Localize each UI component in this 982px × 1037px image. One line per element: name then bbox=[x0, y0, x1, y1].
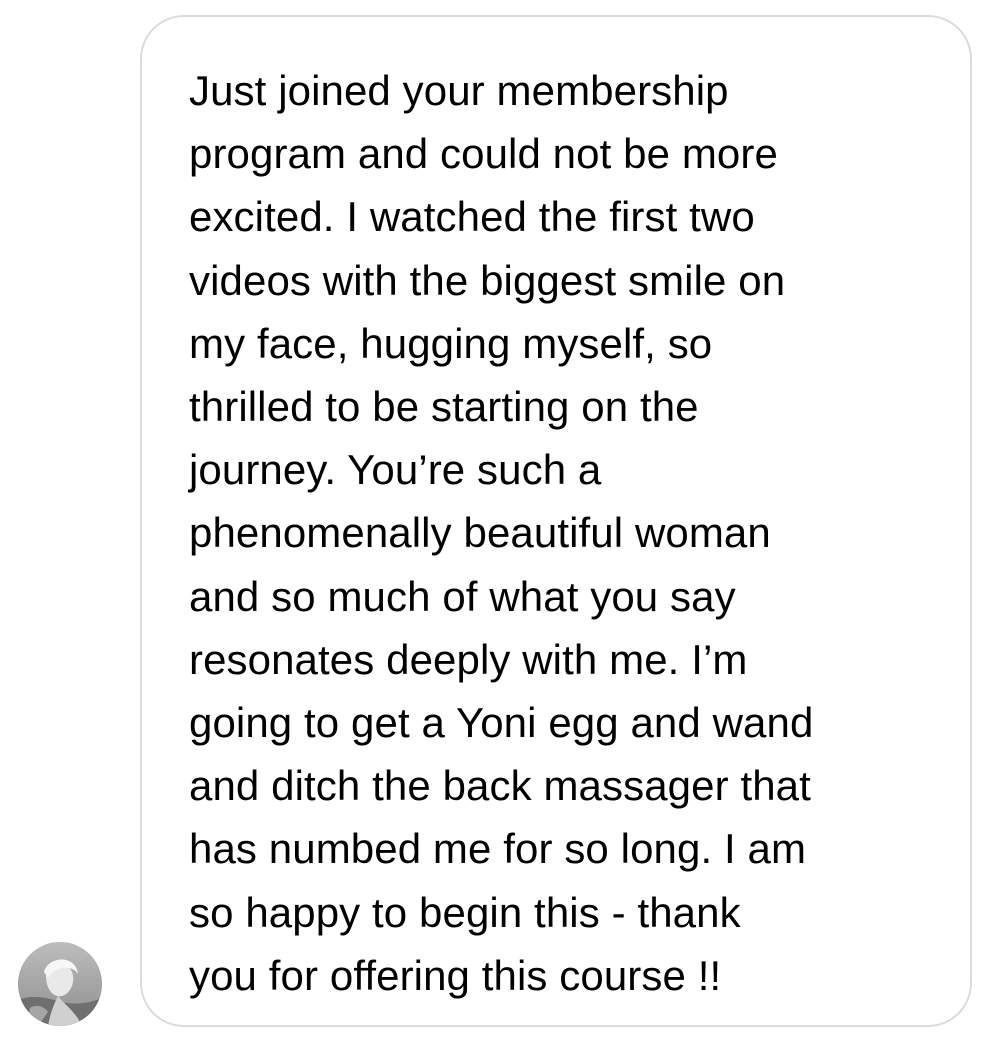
profile-photo-avatar-icon bbox=[18, 942, 102, 1026]
message-bubble[interactable]: Just joined your membership program and … bbox=[140, 15, 972, 1027]
sender-avatar[interactable] bbox=[18, 942, 102, 1026]
message-text: Just joined your membership program and … bbox=[189, 67, 814, 999]
message-row: Just joined your membership program and … bbox=[0, 0, 982, 1037]
